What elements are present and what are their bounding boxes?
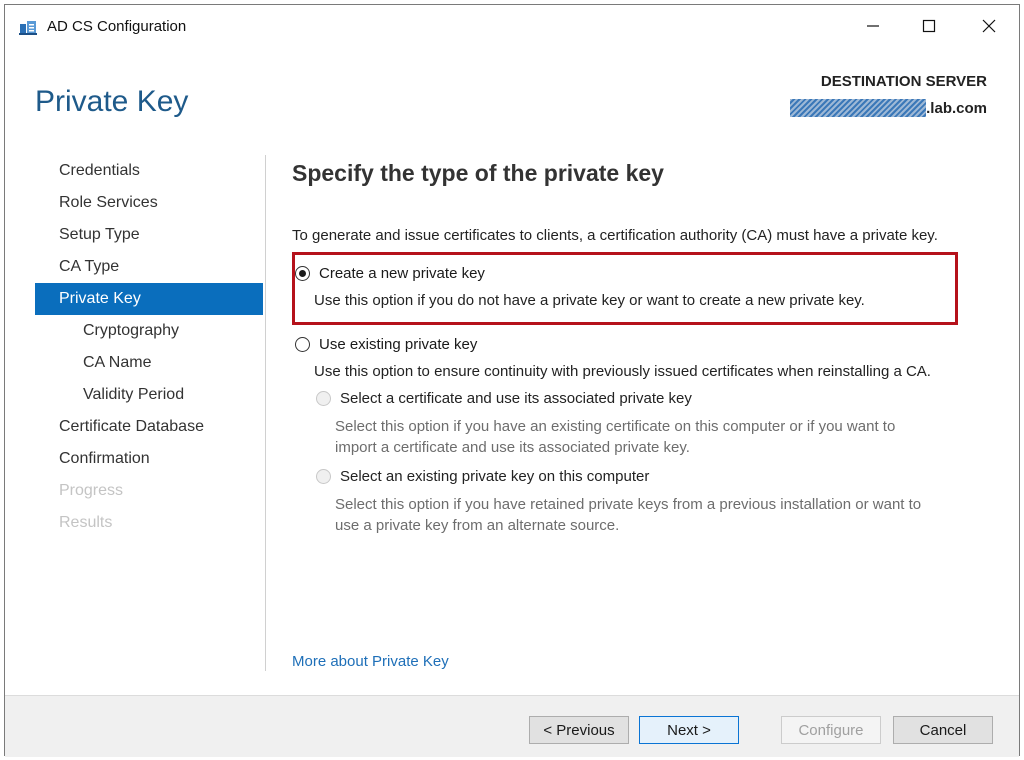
highlight-annotation-box (292, 252, 958, 325)
radio-button-selected[interactable] (295, 266, 310, 281)
select-certificate-description-line1: Select this option if you have an existi… (335, 418, 896, 435)
select-existing-key-description: Select this option if you have retained … (335, 494, 921, 536)
use-existing-description: Use this option to ensure continuity wit… (314, 363, 931, 380)
destination-server-name: .lab.com (790, 99, 987, 117)
page-title: Private Key (35, 85, 189, 118)
select-certificate-description: Select this option if you have an existi… (335, 416, 895, 458)
radio-button-unselected[interactable] (295, 337, 310, 352)
radio-button-disabled[interactable] (316, 469, 331, 484)
nav-item-ca-type[interactable]: CA Type (35, 251, 263, 283)
wizard-navigation: Credentials Role Services Setup Type CA Typ… (35, 155, 263, 539)
more-about-private-key-link[interactable]: More about Private Key (292, 653, 449, 670)
nav-item-private-key[interactable]: Private Key (35, 283, 263, 315)
maximize-icon (922, 19, 936, 33)
redacted-hostname (790, 99, 927, 117)
nav-item-progress: Progress (59, 482, 124, 499)
radio-button-disabled[interactable] (316, 391, 331, 406)
window-title: AD CS Configuration (47, 18, 187, 35)
close-icon (982, 19, 996, 33)
minimize-icon (867, 25, 879, 27)
maximize-button[interactable] (899, 5, 959, 47)
radio-label-use-existing: Use existing private key (319, 336, 478, 353)
select-certificate-description-line2: import a certificate and use its associa… (335, 439, 690, 456)
radio-select-existing-key[interactable]: Select an existing private key on this c… (316, 468, 649, 485)
ad-cs-configuration-window: AD CS Configuration Private Key DESTINAT… (4, 4, 1020, 757)
previous-button[interactable]: < Previous (529, 716, 629, 744)
destination-server-suffix: .lab.com (926, 99, 987, 117)
nav-item-certificate-database[interactable]: Certificate Database (35, 411, 263, 443)
title-bar: AD CS Configuration (5, 5, 1019, 47)
radio-select-certificate[interactable]: Select a certificate and use its associa… (316, 390, 692, 407)
radio-use-existing-private-key[interactable]: Use existing private key (295, 336, 477, 353)
section-description: To generate and issue certificates to cl… (292, 227, 938, 244)
nav-item-results: Results (59, 514, 113, 531)
nav-item-role-services[interactable]: Role Services (35, 187, 263, 219)
select-existing-key-description-line2: use a private key from an alternate sour… (335, 517, 620, 534)
create-new-description: Use this option if you do not have a pri… (314, 292, 865, 309)
nav-item-setup-type[interactable]: Setup Type (35, 219, 263, 251)
select-existing-key-description-line1: Select this option if you have retained … (335, 496, 922, 513)
nav-item-ca-name[interactable]: CA Name (35, 347, 263, 379)
nav-item-confirmation[interactable]: Confirmation (35, 443, 263, 475)
section-title: Specify the type of the private key (292, 160, 664, 186)
nav-item-credentials[interactable]: Credentials (35, 155, 263, 187)
configure-button[interactable]: Configure (781, 716, 881, 744)
wizard-footer: < Previous Next > Configure Cancel (5, 695, 1019, 757)
radio-label-select-existing-key: Select an existing private key on this c… (340, 468, 650, 485)
cancel-button[interactable]: Cancel (893, 716, 993, 744)
nav-item-cryptography[interactable]: Cryptography (35, 315, 263, 347)
server-manager-icon (19, 19, 37, 35)
radio-create-new-private-key[interactable]: Create a new private key (295, 265, 485, 282)
navigation-divider (265, 155, 266, 671)
destination-server-label: DESTINATION SERVER (820, 73, 987, 90)
minimize-button[interactable] (843, 5, 903, 47)
radio-label-create-new: Create a new private key (319, 265, 485, 282)
next-button[interactable]: Next > (639, 716, 739, 744)
close-button[interactable] (959, 5, 1019, 47)
main-content: Specify the type of the private key To g… (292, 155, 992, 244)
nav-item-validity-period[interactable]: Validity Period (35, 379, 263, 411)
radio-label-select-certificate: Select a certificate and use its associa… (340, 390, 692, 407)
